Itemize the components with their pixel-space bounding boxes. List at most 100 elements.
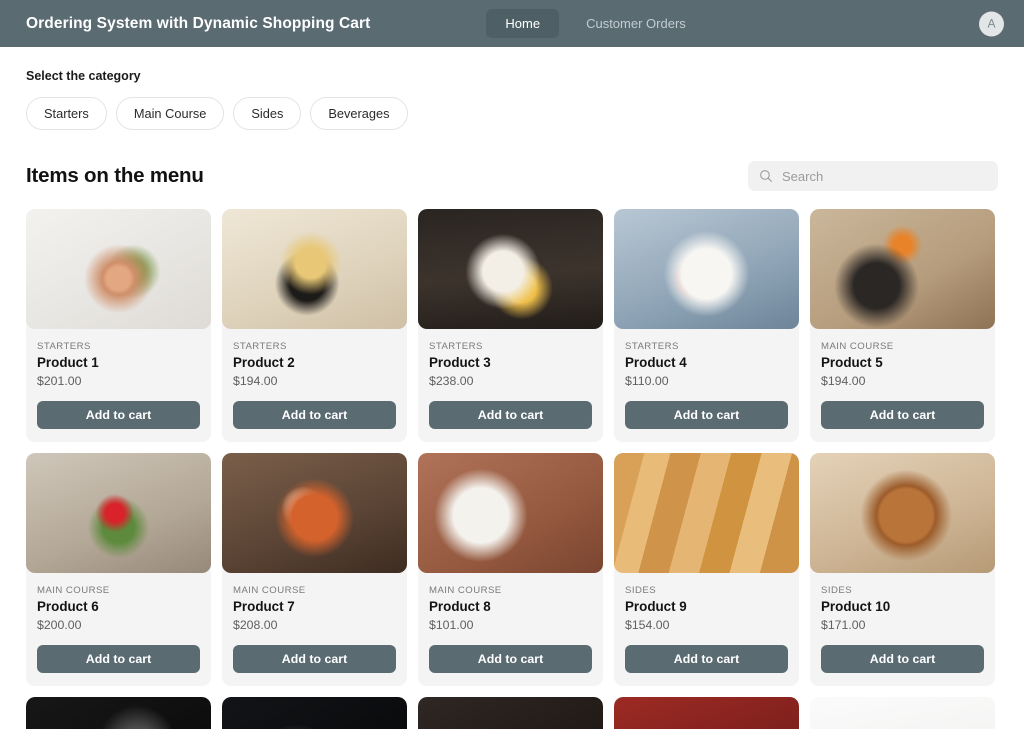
product-image xyxy=(810,453,995,573)
product-image xyxy=(810,209,995,329)
product-price: $194.00 xyxy=(233,374,278,388)
product-price: $200.00 xyxy=(37,618,82,632)
product-image xyxy=(614,453,799,573)
product-price: $171.00 xyxy=(821,618,866,632)
product-image xyxy=(26,697,211,729)
product-card[interactable]: STARTERS Product 1 $201.00 Add to cart xyxy=(26,209,211,442)
product-category: STARTERS xyxy=(429,341,483,352)
avatar[interactable]: A xyxy=(979,11,1004,36)
nav-item-home[interactable]: Home xyxy=(486,9,560,38)
category-chip-sides[interactable]: Sides xyxy=(233,97,302,130)
product-image xyxy=(614,209,799,329)
page-title: Items on the menu xyxy=(26,164,204,187)
product-name: Product 6 xyxy=(37,599,99,614)
product-card[interactable]: MAIN COURSE Product 8 $101.00 Add to cart xyxy=(418,453,603,686)
product-category: SIDES xyxy=(625,585,657,596)
category-chip-starters[interactable]: Starters xyxy=(26,97,107,130)
add-to-cart-button[interactable]: Add to cart xyxy=(233,645,396,673)
add-to-cart-button[interactable]: Add to cart xyxy=(233,401,396,429)
product-name: Product 10 xyxy=(821,599,891,614)
product-name: Product 3 xyxy=(429,355,491,370)
add-to-cart-button[interactable]: Add to cart xyxy=(625,645,788,673)
product-card-body: SIDES Product 10 $171.00 Add to cart xyxy=(810,573,995,686)
product-image xyxy=(222,209,407,329)
category-chip-beverages[interactable]: Beverages xyxy=(310,97,408,130)
product-name: Product 5 xyxy=(821,355,883,370)
product-card-body: STARTERS Product 4 $110.00 Add to cart xyxy=(614,329,799,442)
category-chip-list: Starters Main Course Sides Beverages xyxy=(26,97,998,130)
product-price: $238.00 xyxy=(429,374,474,388)
product-name: Product 1 xyxy=(37,355,99,370)
add-to-cart-button[interactable]: Add to cart xyxy=(429,645,592,673)
product-card[interactable] xyxy=(222,697,407,729)
product-card-body: STARTERS Product 3 $238.00 Add to cart xyxy=(418,329,603,442)
add-to-cart-button[interactable]: Add to cart xyxy=(429,401,592,429)
product-price: $154.00 xyxy=(625,618,670,632)
product-card-body: SIDES Product 9 $154.00 Add to cart xyxy=(614,573,799,686)
product-card[interactable]: MAIN COURSE Product 5 $194.00 Add to cart xyxy=(810,209,995,442)
search-input[interactable] xyxy=(782,168,987,184)
search-icon xyxy=(760,170,772,182)
product-price: $110.00 xyxy=(625,374,669,388)
product-card[interactable] xyxy=(418,697,603,729)
nav-item-home-label: Home xyxy=(505,16,541,31)
product-card-body: STARTERS Product 2 $194.00 Add to cart xyxy=(222,329,407,442)
product-card[interactable]: STARTERS Product 4 $110.00 Add to cart xyxy=(614,209,799,442)
product-name: Product 2 xyxy=(233,355,295,370)
add-to-cart-button[interactable]: Add to cart xyxy=(821,645,984,673)
product-image xyxy=(418,209,603,329)
product-name: Product 8 xyxy=(429,599,491,614)
product-image xyxy=(222,697,407,729)
menu-section-header: Items on the menu xyxy=(26,161,998,191)
product-card[interactable]: MAIN COURSE Product 6 $200.00 Add to cart xyxy=(26,453,211,686)
add-to-cart-button[interactable]: Add to cart xyxy=(37,645,200,673)
add-to-cart-button[interactable]: Add to cart xyxy=(625,401,788,429)
product-category: STARTERS xyxy=(37,341,91,352)
product-card-body: MAIN COURSE Product 6 $200.00 Add to cart xyxy=(26,573,211,686)
product-image xyxy=(614,697,799,729)
main-nav: Home Customer Orders xyxy=(486,9,704,38)
product-category: STARTERS xyxy=(233,341,287,352)
product-category: SIDES xyxy=(821,585,853,596)
search-box[interactable] xyxy=(748,161,998,191)
product-category: MAIN COURSE xyxy=(429,585,502,596)
category-chip-main-course[interactable]: Main Course xyxy=(115,97,225,130)
product-price: $194.00 xyxy=(821,374,866,388)
product-image xyxy=(222,453,407,573)
product-category: MAIN COURSE xyxy=(821,341,894,352)
app-title: Ordering System with Dynamic Shopping Ca… xyxy=(26,14,371,32)
product-price: $201.00 xyxy=(37,374,82,388)
app-header: Ordering System with Dynamic Shopping Ca… xyxy=(0,0,1024,47)
product-card[interactable]: STARTERS Product 3 $238.00 Add to cart xyxy=(418,209,603,442)
nav-item-customer-orders-label: Customer Orders xyxy=(586,16,686,31)
product-card[interactable] xyxy=(26,697,211,729)
product-image xyxy=(26,209,211,329)
product-image xyxy=(26,453,211,573)
product-card-body: MAIN COURSE Product 5 $194.00 Add to cart xyxy=(810,329,995,442)
product-card[interactable] xyxy=(810,697,995,729)
product-card[interactable]: SIDES Product 9 $154.00 Add to cart xyxy=(614,453,799,686)
product-card-body: MAIN COURSE Product 7 $208.00 Add to cart xyxy=(222,573,407,686)
product-card-body: MAIN COURSE Product 8 $101.00 Add to cart xyxy=(418,573,603,686)
category-label: Select the category xyxy=(26,69,141,83)
product-category: MAIN COURSE xyxy=(37,585,110,596)
add-to-cart-button[interactable]: Add to cart xyxy=(37,401,200,429)
product-image xyxy=(418,453,603,573)
product-card[interactable]: SIDES Product 10 $171.00 Add to cart xyxy=(810,453,995,686)
page-content: Select the category Starters Main Course… xyxy=(0,69,1024,729)
add-to-cart-button[interactable]: Add to cart xyxy=(821,401,984,429)
product-name: Product 4 xyxy=(625,355,687,370)
product-price: $208.00 xyxy=(233,618,278,632)
product-card-body: STARTERS Product 1 $201.00 Add to cart xyxy=(26,329,211,442)
product-price: $101.00 xyxy=(429,618,474,632)
product-category: STARTERS xyxy=(625,341,679,352)
product-card[interactable]: STARTERS Product 2 $194.00 Add to cart xyxy=(222,209,407,442)
product-grid: STARTERS Product 1 $201.00 Add to cart START… xyxy=(26,209,998,729)
product-name: Product 9 xyxy=(625,599,687,614)
avatar-initial: A xyxy=(987,16,996,31)
product-card[interactable] xyxy=(614,697,799,729)
product-card[interactable]: MAIN COURSE Product 7 $208.00 Add to cart xyxy=(222,453,407,686)
product-category: MAIN COURSE xyxy=(233,585,306,596)
product-name: Product 7 xyxy=(233,599,295,614)
nav-item-customer-orders[interactable]: Customer Orders xyxy=(567,9,705,38)
